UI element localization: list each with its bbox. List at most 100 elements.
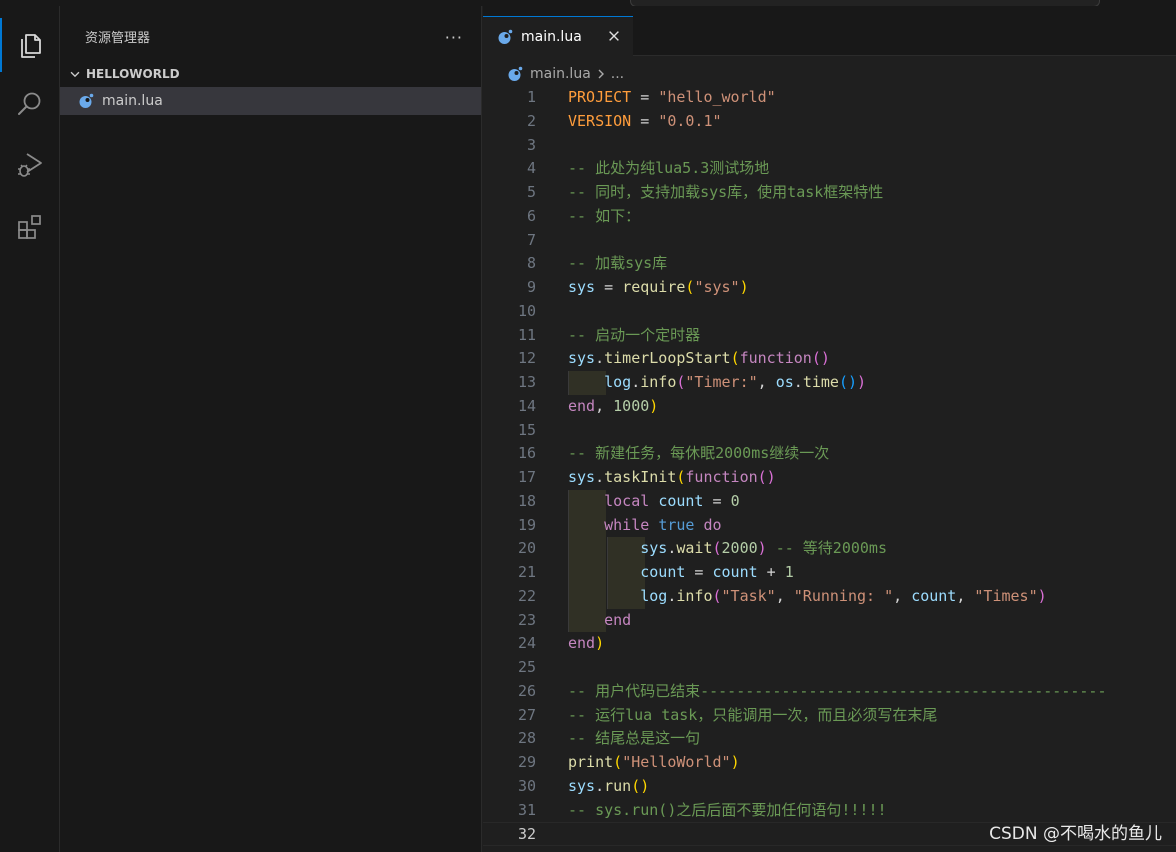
code-line[interactable]: 5 -- 同时，支持加载sys库，使用task框架特性 (483, 181, 1176, 205)
code-token: () (811, 349, 830, 368)
code-token: log (640, 586, 668, 605)
code-line[interactable]: 29 print("HelloWorld") (483, 751, 1176, 775)
code-token: end (568, 634, 596, 653)
code-token: 1000 (613, 396, 650, 415)
code-line[interactable]: 8 -- 加载sys库 (483, 252, 1176, 276)
code-line[interactable]: 2 VERSION = "0.0.1" (483, 110, 1176, 134)
line-number: 9 (526, 278, 536, 296)
line-text: -- sys.run()之后后面不要加任何语句!!!!! (568, 799, 887, 823)
code-line[interactable]: 27 -- 运行lua task，只能调用一次，而且必须写在末尾 (483, 704, 1176, 728)
code-line[interactable]: 13 log.info("Timer:", os.time()) (483, 371, 1176, 395)
code-token: -- 此处为纯lua5.3测试场地 (568, 159, 770, 178)
code-editor[interactable]: 1 PROJECT = "hello_world" 2 VERSION = "0.0.… (483, 86, 1176, 846)
activity-extensions[interactable] (0, 200, 60, 254)
code-token: function (739, 349, 812, 368)
line-number: 26 (517, 681, 536, 700)
line-text: -- 启动一个定时器 (568, 324, 700, 348)
code-token: -- 运行lua task，只能调用一次，而且必须写在末尾 (568, 705, 938, 724)
code-line[interactable]: 17 sys.taskInit(function() (483, 466, 1176, 490)
code-line[interactable]: 1 PROJECT = "hello_world" (483, 86, 1176, 110)
code-line[interactable]: 26 -- 用户代码已结束----------------------------… (483, 680, 1176, 704)
code-token: "Times" (974, 586, 1038, 605)
code-token: sys (568, 776, 596, 795)
code-token: -- 结尾总是这一句 (568, 729, 701, 748)
tab-main-lua[interactable]: main.lua (483, 16, 633, 57)
code-token: , (956, 586, 975, 605)
code-token: = (685, 563, 713, 581)
code-token: , (757, 373, 776, 391)
code-line[interactable]: 15 (483, 419, 1176, 443)
file-main-lua[interactable]: main.lua (60, 87, 481, 115)
line-number: 21 (517, 563, 536, 581)
line-text: local count = 0 (568, 490, 739, 514)
line-number: 11 (517, 325, 536, 344)
code-line[interactable]: 25 (483, 656, 1176, 680)
lua-file-icon (498, 29, 513, 44)
code-line[interactable]: 3 (483, 134, 1176, 158)
code-line[interactable]: 11 -- 启动一个定时器 (483, 324, 1176, 348)
line-number: 15 (517, 420, 536, 439)
chevron-right-icon (598, 69, 604, 79)
code-token: ) (757, 539, 767, 558)
code-token: = (631, 88, 659, 106)
line-text: count = count + 1 (568, 561, 794, 585)
code-line[interactable]: 9 sys = require("sys") (483, 276, 1176, 300)
close-icon[interactable] (607, 29, 621, 43)
code-token: . (793, 373, 803, 391)
code-token: . (595, 349, 605, 368)
code-line[interactable]: 19 while true do (483, 513, 1176, 538)
breadcrumb-file[interactable]: main.lua (530, 66, 591, 82)
code-line[interactable]: 4 -- 此处为纯lua5.3测试场地 (483, 157, 1176, 181)
code-token: require (622, 278, 686, 296)
code-token: end (604, 610, 632, 629)
line-number: 5 (526, 183, 536, 201)
tab-bar: main.lua (483, 6, 1176, 57)
lua-file-icon (508, 66, 523, 81)
code-token: true (658, 515, 695, 534)
code-token: -- 用户代码已结束------------------------------… (568, 681, 1107, 700)
line-text: sys.timerLoopStart(function() (568, 347, 830, 371)
code-token: . (595, 468, 605, 486)
line-text: sys.wait(2000) -- 等待2000ms (568, 537, 887, 561)
more-actions-button[interactable]: ··· (445, 28, 463, 47)
folder-helloworld[interactable]: HELLOWORLD (60, 64, 481, 84)
code-line[interactable]: 24 end) (483, 632, 1176, 656)
activity-run-debug[interactable] (0, 138, 60, 192)
code-line[interactable]: 7 (483, 229, 1176, 253)
code-token: do (703, 515, 722, 534)
code-line[interactable]: 18 local count = 0 (483, 489, 1176, 514)
editor-area: main.lua main.lua ... 1 PROJECT = "hello_… (483, 6, 1176, 852)
code-line[interactable]: 16 -- 新建任务，每休眠2000ms继续一次 (483, 442, 1176, 466)
explorer-title: 资源管理器 (85, 31, 151, 46)
code-line[interactable]: 12 sys.timerLoopStart(function() (483, 347, 1176, 371)
code-line[interactable]: 22 log.info("Task", "Running: ", count, … (483, 584, 1176, 609)
line-number: 23 (517, 610, 536, 629)
code-line[interactable]: 14 end, 1000) (483, 395, 1176, 419)
code-line[interactable]: 21 count = count + 1 (483, 561, 1176, 585)
line-number: 2 (526, 111, 536, 130)
code-token: VERSION (568, 111, 632, 130)
code-line[interactable]: 23 end (483, 608, 1176, 633)
explorer-sidebar: 资源管理器 ··· HELLOWORLD main.lua (60, 6, 482, 852)
breadcrumb-symbol[interactable]: ... (611, 66, 624, 82)
code-token: -- 新建任务，每休眠2000ms继续一次 (568, 444, 830, 463)
code-line[interactable]: 28 -- 结尾总是这一句 (483, 727, 1176, 751)
code-line[interactable]: 30 sys.run() (483, 775, 1176, 799)
activity-explorer[interactable] (0, 18, 60, 72)
activity-search[interactable] (0, 78, 60, 132)
line-number: 32 (517, 825, 536, 844)
code-token: . (595, 776, 605, 795)
line-number: 14 (517, 396, 536, 415)
code-line[interactable]: 20 sys.wait(2000) -- 等待2000ms (483, 537, 1176, 561)
code-line[interactable]: 10 (483, 300, 1176, 324)
code-token: ( (613, 753, 623, 771)
line-number: 30 (517, 776, 536, 795)
code-token: count (640, 563, 686, 581)
line-number: 17 (517, 468, 536, 486)
line-number: 1 (526, 88, 536, 106)
code-token: sys (640, 539, 668, 558)
line-number: 16 (517, 444, 536, 463)
code-line[interactable]: 6 -- 如下： (483, 205, 1176, 229)
